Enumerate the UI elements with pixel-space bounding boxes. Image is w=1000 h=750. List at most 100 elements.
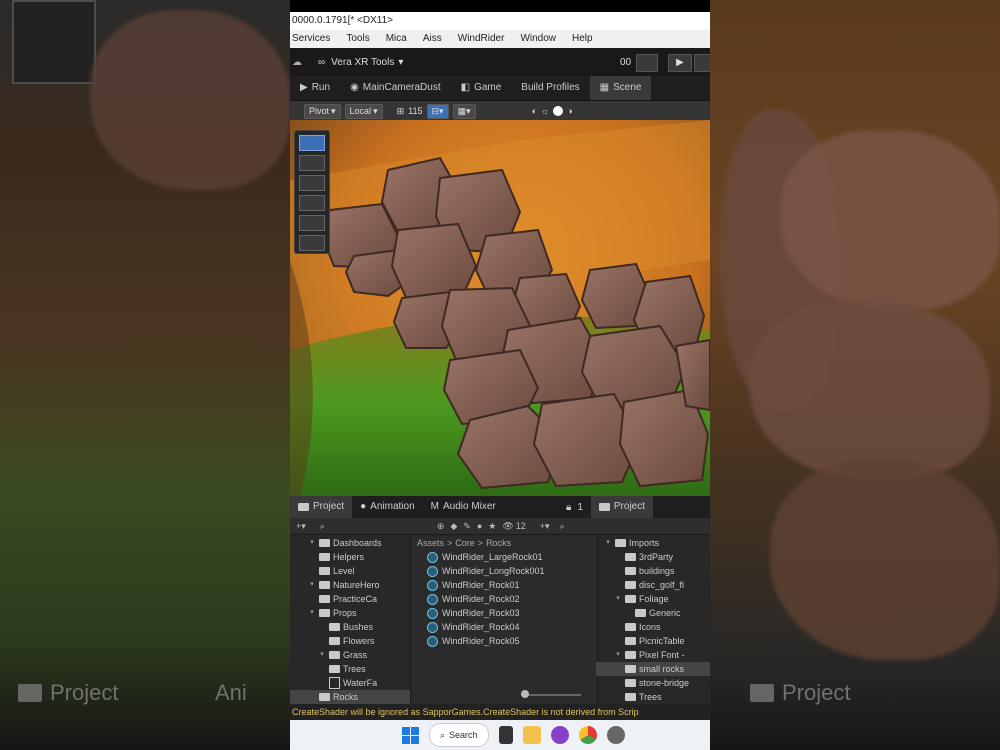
asset-item[interactable]: WindRider_Rock03 <box>411 606 597 620</box>
chrome-icon[interactable] <box>578 726 597 744</box>
tab-project-secondary[interactable]: Project <box>590 496 654 518</box>
tab-build-profiles[interactable]: Build Profiles <box>511 76 589 100</box>
folder-tree-item[interactable]: Helpers <box>290 550 410 564</box>
folder-tree-item[interactable]: buildings <box>596 564 710 578</box>
scale-tool-button[interactable] <box>299 195 325 211</box>
prefab-icon <box>427 621 438 633</box>
chevron-down-icon[interactable]: ▾ <box>308 606 316 620</box>
folder-tree-item[interactable]: Bushes <box>290 620 410 634</box>
menu-item-tools[interactable]: Tools <box>346 30 369 48</box>
folder-tree-item[interactable]: ▾ Pixel Font - <box>596 648 710 662</box>
tab-project[interactable]: Project <box>290 496 353 518</box>
prefab-icon <box>427 607 438 619</box>
scene-fx-icon[interactable]: ◑ <box>567 106 572 116</box>
folder-tree-item[interactable]: ▾ NatureHero <box>290 578 410 592</box>
snap-toggle[interactable]: ⊟▾ <box>426 103 449 119</box>
chevron-down-icon[interactable]: ▾ <box>318 648 326 662</box>
background-project-label: Project <box>18 680 118 706</box>
breadcrumb-item[interactable]: Assets <box>417 536 444 550</box>
menu-item-help[interactable]: Help <box>572 30 593 48</box>
asset-item[interactable]: WindRider_Rock04 <box>411 620 597 634</box>
unity-taskbar-icon[interactable] <box>498 726 513 744</box>
taskbar-search[interactable]: ⌕ Search <box>429 723 489 747</box>
folder-tree-item[interactable]: 3rdParty <box>596 550 710 564</box>
local-toggle[interactable]: Local ▾ <box>344 103 383 119</box>
folder-tree-item[interactable]: Flowers <box>290 634 410 648</box>
breadcrumb-item[interactable]: Core <box>455 536 475 550</box>
transform-tool-button[interactable] <box>299 235 325 251</box>
folder-tree-item[interactable]: PicnicTable <box>596 634 710 648</box>
scene-lighting-icon[interactable]: ☼ <box>541 106 549 116</box>
console-status-message[interactable]: CreateShader will be ignored as SapporGa… <box>290 704 710 720</box>
chevron-down-icon[interactable]: ▾ <box>604 536 612 550</box>
folder-tree-item[interactable]: Level <box>290 564 410 578</box>
lock-icon[interactable]: 🔒︎ <box>566 502 571 513</box>
tab-run[interactable]: ▶ Run <box>290 76 340 100</box>
menu-item-windrider[interactable]: WindRider <box>458 30 505 48</box>
folder-tree-item[interactable]: Rocks <box>290 690 410 704</box>
zoom-slider-handle[interactable] <box>521 690 529 698</box>
add-asset-button[interactable]: +▾ <box>296 521 306 532</box>
move-tool-button[interactable] <box>299 155 325 171</box>
asset-item[interactable]: WindRider_Rock01 <box>411 578 597 592</box>
tab-game[interactable]: ◧ Game <box>451 76 512 100</box>
view-options[interactable]: ▦▾ <box>452 103 476 119</box>
folder-tree-item[interactable]: stone-bridge <box>596 676 710 690</box>
folder-tree-item[interactable]: Icons <box>596 620 710 634</box>
app-purple-icon[interactable] <box>550 726 569 744</box>
folder-tree-item[interactable]: ▾ Grass <box>290 648 410 662</box>
folder-tree-item[interactable]: small rocks <box>596 662 710 676</box>
chevron-down-icon[interactable]: ▾ <box>308 536 316 550</box>
step-button[interactable] <box>694 54 710 72</box>
folder-tree-item[interactable]: Trees <box>290 662 410 676</box>
search-icon[interactable]: ⌕ <box>560 521 565 532</box>
zoom-slider[interactable] <box>521 690 581 698</box>
eye-icon[interactable]: 👁︎ <box>502 521 513 532</box>
tab-scene[interactable]: ▦ Scene <box>589 76 652 100</box>
folder-tree-item[interactable]: WaterFa <box>290 676 410 690</box>
play-button[interactable]: ▶ <box>668 54 692 72</box>
pivot-toggle[interactable]: Pivot ▾ <box>304 103 341 119</box>
search-icon[interactable]: ⌕ <box>320 521 325 532</box>
app-grey-icon[interactable] <box>606 726 625 744</box>
folder-tree-item[interactable]: Trees <box>596 690 710 704</box>
pause-button[interactable] <box>636 54 658 72</box>
windows-start-icon[interactable] <box>402 726 419 744</box>
rect-tool-button[interactable] <box>299 215 325 231</box>
scene-viewport[interactable] <box>290 120 710 496</box>
add-asset-button-secondary[interactable]: +▾ <box>540 521 550 532</box>
tab-audio-mixer[interactable]: M Audio Mixer <box>423 496 504 518</box>
menu-item-services[interactable]: Services <box>292 30 330 48</box>
menu-item-mica[interactable]: Mica <box>386 30 407 48</box>
chevron-down-icon[interactable]: ▾ <box>614 648 622 662</box>
folder-tree-item[interactable]: ▾ Imports <box>596 536 710 550</box>
asset-item[interactable]: WindRider_LongRock001 <box>411 564 597 578</box>
folder-tree-item[interactable]: ▾ Dashboards <box>290 536 410 550</box>
menu-item-aiss[interactable]: Aiss <box>423 30 442 48</box>
scene-visibility-icon[interactable]: ◐ <box>532 106 537 116</box>
breadcrumb-item[interactable]: Rocks <box>486 536 511 550</box>
scene-audio-icon[interactable] <box>553 106 564 116</box>
vera-tools-dropdown[interactable]: Vera XR Tools ▾ <box>331 57 403 68</box>
folder-tree-item[interactable]: disc_golf_fl <box>596 578 710 592</box>
menu-item-window[interactable]: Window <box>520 30 556 48</box>
asset-item[interactable]: WindRider_Rock05 <box>411 634 597 648</box>
chevron-down-icon[interactable]: ▾ <box>614 592 622 606</box>
chevron-down-icon[interactable]: ▾ <box>308 578 316 592</box>
snap-value[interactable]: 115 <box>408 106 422 116</box>
asset-item[interactable]: WindRider_LargeRock01 <box>411 550 597 564</box>
filter-icons[interactable]: ⊕◆✎●★ <box>437 521 503 532</box>
rotate-tool-button[interactable] <box>299 175 325 191</box>
folder-tree-item[interactable]: ▾ Props <box>290 606 410 620</box>
tab-maincameradust[interactable]: ◉ MainCameraDust <box>340 76 451 100</box>
folder-tree-item[interactable]: Generic <box>596 606 710 620</box>
folder-tree-item[interactable]: PracticeCa <box>290 592 410 606</box>
view-tool-button[interactable] <box>299 135 325 151</box>
asset-item[interactable]: WindRider_Rock02 <box>411 592 597 606</box>
grid-icon[interactable]: ⊞ <box>397 106 405 117</box>
cloud-icon[interactable]: ☁ <box>292 57 302 68</box>
file-explorer-icon[interactable] <box>522 726 541 744</box>
folder-tree-item[interactable]: ▾ Foliage <box>596 592 710 606</box>
tab-animation[interactable]: ● Animation <box>352 496 423 518</box>
tool-palette <box>294 130 330 254</box>
